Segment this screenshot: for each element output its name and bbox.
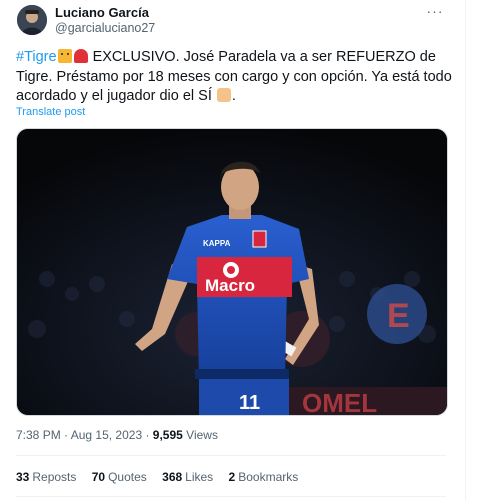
- bookmarks-stat[interactable]: 2 Bookmarks: [229, 470, 299, 484]
- engagement-stats: 33 Reposts 70 Quotes 368 Likes 2 Bookmarks: [16, 470, 310, 484]
- tiger-face-icon: [57, 49, 72, 63]
- author-handle[interactable]: @garcialuciano27: [55, 21, 155, 35]
- post-time[interactable]: 7:38 PM: [16, 428, 61, 442]
- player-photo: E OMEL Macro KAPPA 11: [17, 129, 447, 415]
- tweet-text: #Tigre EXCLUSIVO. José Paradela va a ser…: [16, 48, 456, 107]
- translate-post-link[interactable]: Translate post: [16, 106, 85, 118]
- jersey-sponsor-text: Macro: [205, 276, 255, 295]
- bookmarks-count: 2: [228, 470, 236, 484]
- tweet-card: Luciano García @garcialuciano27 ··· #Tig…: [0, 0, 466, 500]
- likes-label: Likes: [185, 470, 214, 484]
- likes-count: 368: [162, 470, 183, 484]
- tweet-header: Luciano García @garcialuciano27 ···: [17, 4, 445, 44]
- tweet-media-image[interactable]: E OMEL Macro KAPPA 11: [16, 128, 448, 416]
- reposts-stat[interactable]: 33 Reposts: [16, 470, 76, 484]
- meta-separator: ·: [142, 428, 153, 442]
- tweet-body-end: .: [231, 88, 236, 104]
- divider: [16, 496, 446, 497]
- divider: [16, 455, 446, 456]
- quotes-count: 70: [91, 470, 106, 484]
- post-date[interactable]: Aug 15, 2023: [71, 428, 142, 442]
- hashtag-link[interactable]: #Tigre: [16, 49, 57, 65]
- writing-hand-icon: [216, 88, 231, 102]
- background-banner-text: OMEL: [302, 388, 377, 415]
- bookmarks-label: Bookmarks: [238, 470, 299, 484]
- jersey-brand-text: KAPPA: [203, 239, 231, 248]
- author-name[interactable]: Luciano García: [55, 5, 149, 20]
- likes-stat[interactable]: 368 Likes: [162, 470, 213, 484]
- views-count: 9,595: [152, 428, 183, 442]
- quotes-label: Quotes: [108, 470, 147, 484]
- avatar[interactable]: [17, 5, 47, 35]
- siren-icon: [73, 49, 88, 63]
- reposts-count: 33: [16, 470, 30, 484]
- jersey-number-text: 11: [239, 392, 260, 414]
- tweet-metadata: 7:38 PM · Aug 15, 2023 · 9,595 Views: [16, 428, 218, 442]
- meta-separator: ·: [60, 428, 71, 442]
- views-label: Views: [182, 428, 218, 442]
- quotes-stat[interactable]: 70 Quotes: [92, 470, 147, 484]
- more-options-icon[interactable]: ···: [425, 4, 445, 22]
- reposts-label: Reposts: [32, 470, 77, 484]
- svg-text:E: E: [387, 297, 410, 335]
